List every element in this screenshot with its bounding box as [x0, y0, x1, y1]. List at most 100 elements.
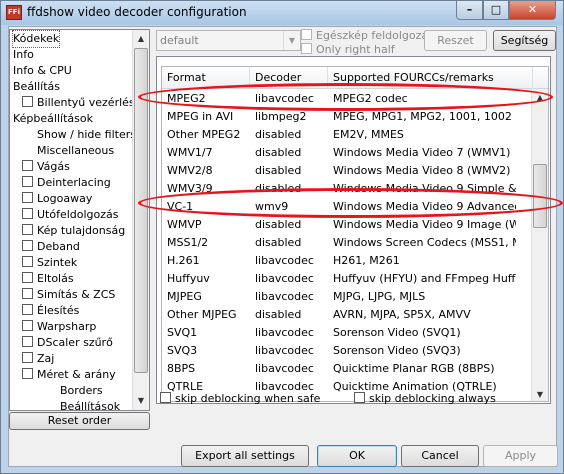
- reset-button[interactable]: Reszet: [424, 30, 487, 51]
- sidebar-item[interactable]: Beállítás: [13, 79, 60, 95]
- sidebar-item-checkbox[interactable]: [22, 176, 33, 187]
- cell-format: MJPEG: [167, 290, 202, 303]
- sidebar-item-checkbox[interactable]: [22, 320, 33, 331]
- table-row[interactable]: 8BPS libavcodec Quicktime Planar RGB (8BPS…: [162, 360, 533, 378]
- sidebar-item[interactable]: Info: [13, 47, 34, 63]
- table-row[interactable]: SVQ1 libavcodec Sorenson Video (SVQ1): [162, 324, 533, 342]
- sidebar-item-checkbox[interactable]: [22, 256, 33, 267]
- sidebar-item-checkbox[interactable]: [22, 352, 33, 363]
- sidebar-item-label: Borders: [60, 384, 103, 397]
- sidebar-item-label: Deband: [37, 240, 80, 253]
- sidebar-item-checkbox[interactable]: [22, 272, 33, 283]
- sidebar-item[interactable]: Simítás & ZCS: [22, 287, 115, 303]
- sidebar-item[interactable]: Zaj: [22, 351, 54, 367]
- sidebar-item-checkbox[interactable]: [22, 288, 33, 299]
- codec-list[interactable]: Format Decoder Supported FOURCCs/remarks…: [161, 66, 549, 402]
- help-button[interactable]: Segítség: [493, 30, 556, 51]
- preset-combobox[interactable]: default ▼: [156, 30, 301, 51]
- column-header-decoder[interactable]: Decoder: [250, 67, 328, 89]
- healthy-image-checkbox[interactable]: Egészkép feldolgozás: [301, 29, 434, 42]
- sidebar-item[interactable]: Deband: [22, 239, 80, 255]
- skip-deblocking-always-label: skip deblocking always: [369, 392, 496, 405]
- sidebar-item-checkbox[interactable]: [22, 208, 33, 219]
- sidebar-item[interactable]: Kódekek: [11, 30, 61, 48]
- codec-list-scroll-thumb[interactable]: [533, 164, 547, 228]
- sidebar-item[interactable]: Képbeállítások: [13, 111, 93, 127]
- sidebar-item[interactable]: Billentyű vezérlés: [22, 95, 135, 111]
- sidebar-item[interactable]: Show / hide filters: [37, 127, 136, 143]
- codec-list-scrollbar[interactable]: ▲ ▼: [531, 89, 548, 401]
- sidebar-item-checkbox[interactable]: [22, 240, 33, 251]
- sidebar-item[interactable]: Deinterlacing: [22, 175, 111, 191]
- table-row[interactable]: MSS1/2 disabled Windows Screen Codecs (MSS…: [162, 234, 533, 252]
- sidebar-item-checkbox[interactable]: [22, 336, 33, 347]
- sidebar-item-label: Méret & arány: [37, 368, 116, 381]
- table-row[interactable]: SVQ3 libavcodec Sorenson Video (SVQ3): [162, 342, 533, 360]
- cell-format: SVQ3: [167, 344, 198, 357]
- sidebar-item[interactable]: Miscellaneous: [37, 143, 114, 159]
- cell-remarks: MPEG, MPG1, MPG2, 1001, 1002: [333, 110, 512, 123]
- column-header-remarks[interactable]: Supported FOURCCs/remarks: [328, 67, 533, 89]
- scroll-up-arrow-icon[interactable]: ▲: [532, 89, 548, 106]
- table-row[interactable]: VC-1 wmv9 Windows Media Video 9 Advanced P…: [162, 198, 533, 216]
- sidebar-item-checkbox[interactable]: [22, 160, 33, 171]
- cell-format: H.261: [167, 254, 200, 267]
- table-row[interactable]: Other MPEG2 disabled EM2V, MMES: [162, 126, 533, 144]
- export-all-settings-button[interactable]: Export all settings: [181, 445, 309, 467]
- table-row[interactable]: WMV2/8 disabled Windows Media Video 8 (WMV…: [162, 162, 533, 180]
- sidebar-item-checkbox[interactable]: [22, 224, 33, 235]
- cell-remarks: MPEG2 codec: [333, 92, 408, 105]
- cell-decoder: libmpeg2: [255, 110, 307, 123]
- ok-button[interactable]: OK: [317, 445, 397, 467]
- skip-deblocking-safe-checkbox[interactable]: skip deblocking when safe: [160, 392, 320, 405]
- table-row[interactable]: WMVP disabled Windows Media Video 9 Image …: [162, 216, 533, 234]
- column-header-format[interactable]: Format: [162, 67, 250, 89]
- table-row[interactable]: MPEG2 libavcodec MPEG2 codec: [162, 90, 533, 108]
- table-row[interactable]: MJPEG libavcodec MJPG, LJPG, MJLS: [162, 288, 533, 306]
- minimize-button[interactable]: –: [456, 1, 483, 20]
- checkbox-box: [160, 392, 171, 403]
- sidebar-item-checkbox[interactable]: [22, 304, 33, 315]
- sidebar-item[interactable]: Szintek: [22, 255, 77, 271]
- sidebar-item[interactable]: Logoaway: [22, 191, 92, 207]
- close-button[interactable]: ✕: [509, 1, 556, 20]
- table-row[interactable]: WMV3/9 disabled Windows Media Video 9 Simp…: [162, 180, 533, 198]
- sidebar-item[interactable]: Warpsharp: [22, 319, 96, 335]
- scroll-down-arrow-icon[interactable]: ▼: [133, 392, 149, 409]
- sidebar-item[interactable]: Borders: [60, 383, 103, 399]
- sidebar-item[interactable]: Vágás: [22, 159, 70, 175]
- table-row[interactable]: Other MJPEG disabled AVRN, MJPA, SP5X, AMV…: [162, 306, 533, 324]
- cell-remarks: H261, M261: [333, 254, 400, 267]
- sidebar-item-checkbox[interactable]: [22, 192, 33, 203]
- sidebar-item[interactable]: Méret & arány: [22, 367, 116, 383]
- sidebar-item[interactable]: DScaler szűrő: [22, 335, 113, 351]
- only-right-half-checkbox[interactable]: Only right half: [301, 43, 395, 56]
- scroll-down-arrow-icon[interactable]: ▼: [532, 386, 548, 401]
- table-row[interactable]: H.261 libavcodec H261, M261: [162, 252, 533, 270]
- cancel-button[interactable]: Cancel: [401, 445, 479, 467]
- table-row[interactable]: WMV1/7 disabled Windows Media Video 7 (WMV…: [162, 144, 533, 162]
- sidebar-item[interactable]: Élesítés: [22, 303, 79, 319]
- apply-button[interactable]: Apply: [483, 445, 558, 467]
- title-bar[interactable]: FFi ffdshow video decoder configuration …: [1, 1, 563, 25]
- cell-format: WMVP: [167, 218, 202, 231]
- sidebar-scrollbar[interactable]: ▲ ▼: [132, 30, 149, 410]
- cell-remarks: AVRN, MJPA, SP5X, AMVV: [333, 308, 471, 321]
- scroll-up-arrow-icon[interactable]: ▲: [133, 30, 149, 47]
- cell-format: WMV3/9: [167, 182, 213, 195]
- skip-deblocking-always-checkbox[interactable]: skip deblocking always: [354, 392, 496, 405]
- table-row[interactable]: MPEG in AVI libmpeg2 MPEG, MPG1, MPG2, 100…: [162, 108, 533, 126]
- sidebar-item[interactable]: Eltolás: [22, 271, 74, 287]
- settings-tree[interactable]: Kódekek Info Info & CPU Beállítás Billentyű …: [9, 29, 150, 411]
- maximize-button[interactable]: □: [483, 1, 509, 20]
- reset-order-button[interactable]: Reset order: [9, 412, 150, 430]
- sidebar-scroll-thumb[interactable]: [134, 48, 148, 373]
- sidebar-item-checkbox[interactable]: [22, 96, 33, 107]
- sidebar-item[interactable]: Beállítások: [60, 399, 120, 410]
- sidebar-item[interactable]: Utófeldolgozás: [22, 207, 119, 223]
- table-row[interactable]: Huffyuv libavcodec Huffyuv (HFYU) and FFmp…: [162, 270, 533, 288]
- sidebar-item[interactable]: Kép tulajdonság: [22, 223, 125, 239]
- sidebar-item-checkbox[interactable]: [22, 368, 33, 379]
- sidebar-item[interactable]: Info & CPU: [13, 63, 72, 79]
- cell-remarks: Windows Screen Codecs (MSS1, MSS2): [333, 236, 516, 249]
